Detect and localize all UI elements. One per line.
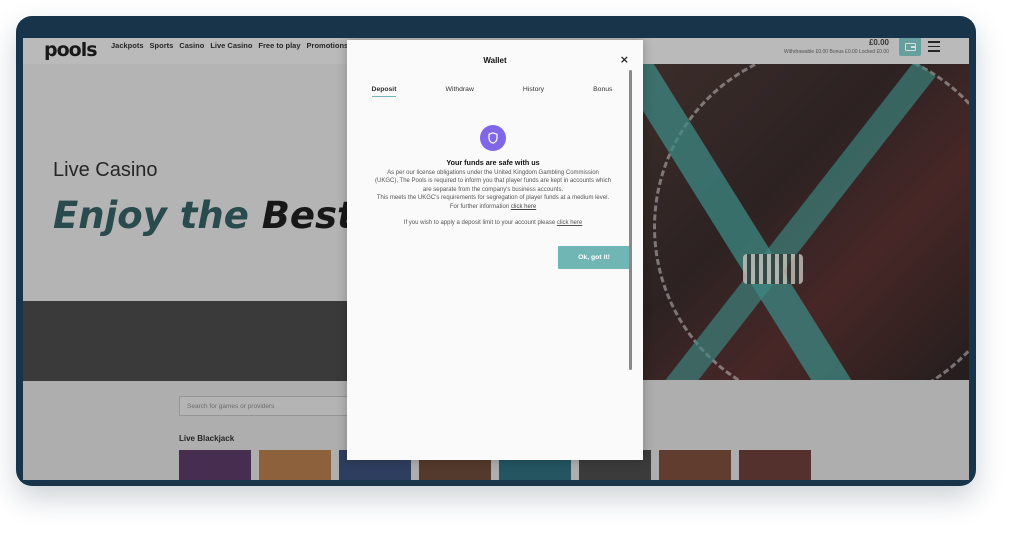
close-icon[interactable]: × (620, 53, 629, 66)
info-line: As per our license obligations under the… (387, 170, 599, 176)
modal-title: Wallet (483, 56, 507, 65)
funds-info-text: As per our license obligations under the… (357, 169, 629, 211)
ok-button[interactable]: Ok, got it! (558, 246, 630, 269)
tab-history[interactable]: History (523, 86, 544, 97)
limit-text: If you wish to apply a deposit limit to … (403, 220, 556, 226)
shield-icon (480, 125, 506, 151)
info-line: For further information (449, 203, 510, 210)
info-line: are separate from the company's business… (422, 186, 564, 193)
info-line: This meets the UKGC's requirements for s… (376, 195, 610, 202)
deposit-limit-text: If you wish to apply a deposit limit to … (347, 220, 639, 226)
page-screen: pools Jackpots Sports Casino Live Casino… (23, 38, 969, 480)
info-line: (UKGC), The Pools is required to inform … (374, 178, 611, 185)
tab-bonus[interactable]: Bonus (593, 86, 612, 97)
wallet-tabs: Deposit Withdraw History Bonus (347, 86, 637, 97)
modal-scrollbar[interactable] (629, 70, 632, 370)
tab-deposit[interactable]: Deposit (371, 86, 397, 97)
deposit-limit-link[interactable]: click here (557, 220, 582, 226)
info-link[interactable]: click here (511, 204, 536, 210)
tab-withdraw[interactable]: Withdraw (446, 86, 474, 97)
wallet-modal: Wallet × Deposit Withdraw History Bonus … (347, 40, 643, 460)
safe-funds-title: Your funds are safe with us (446, 158, 540, 167)
